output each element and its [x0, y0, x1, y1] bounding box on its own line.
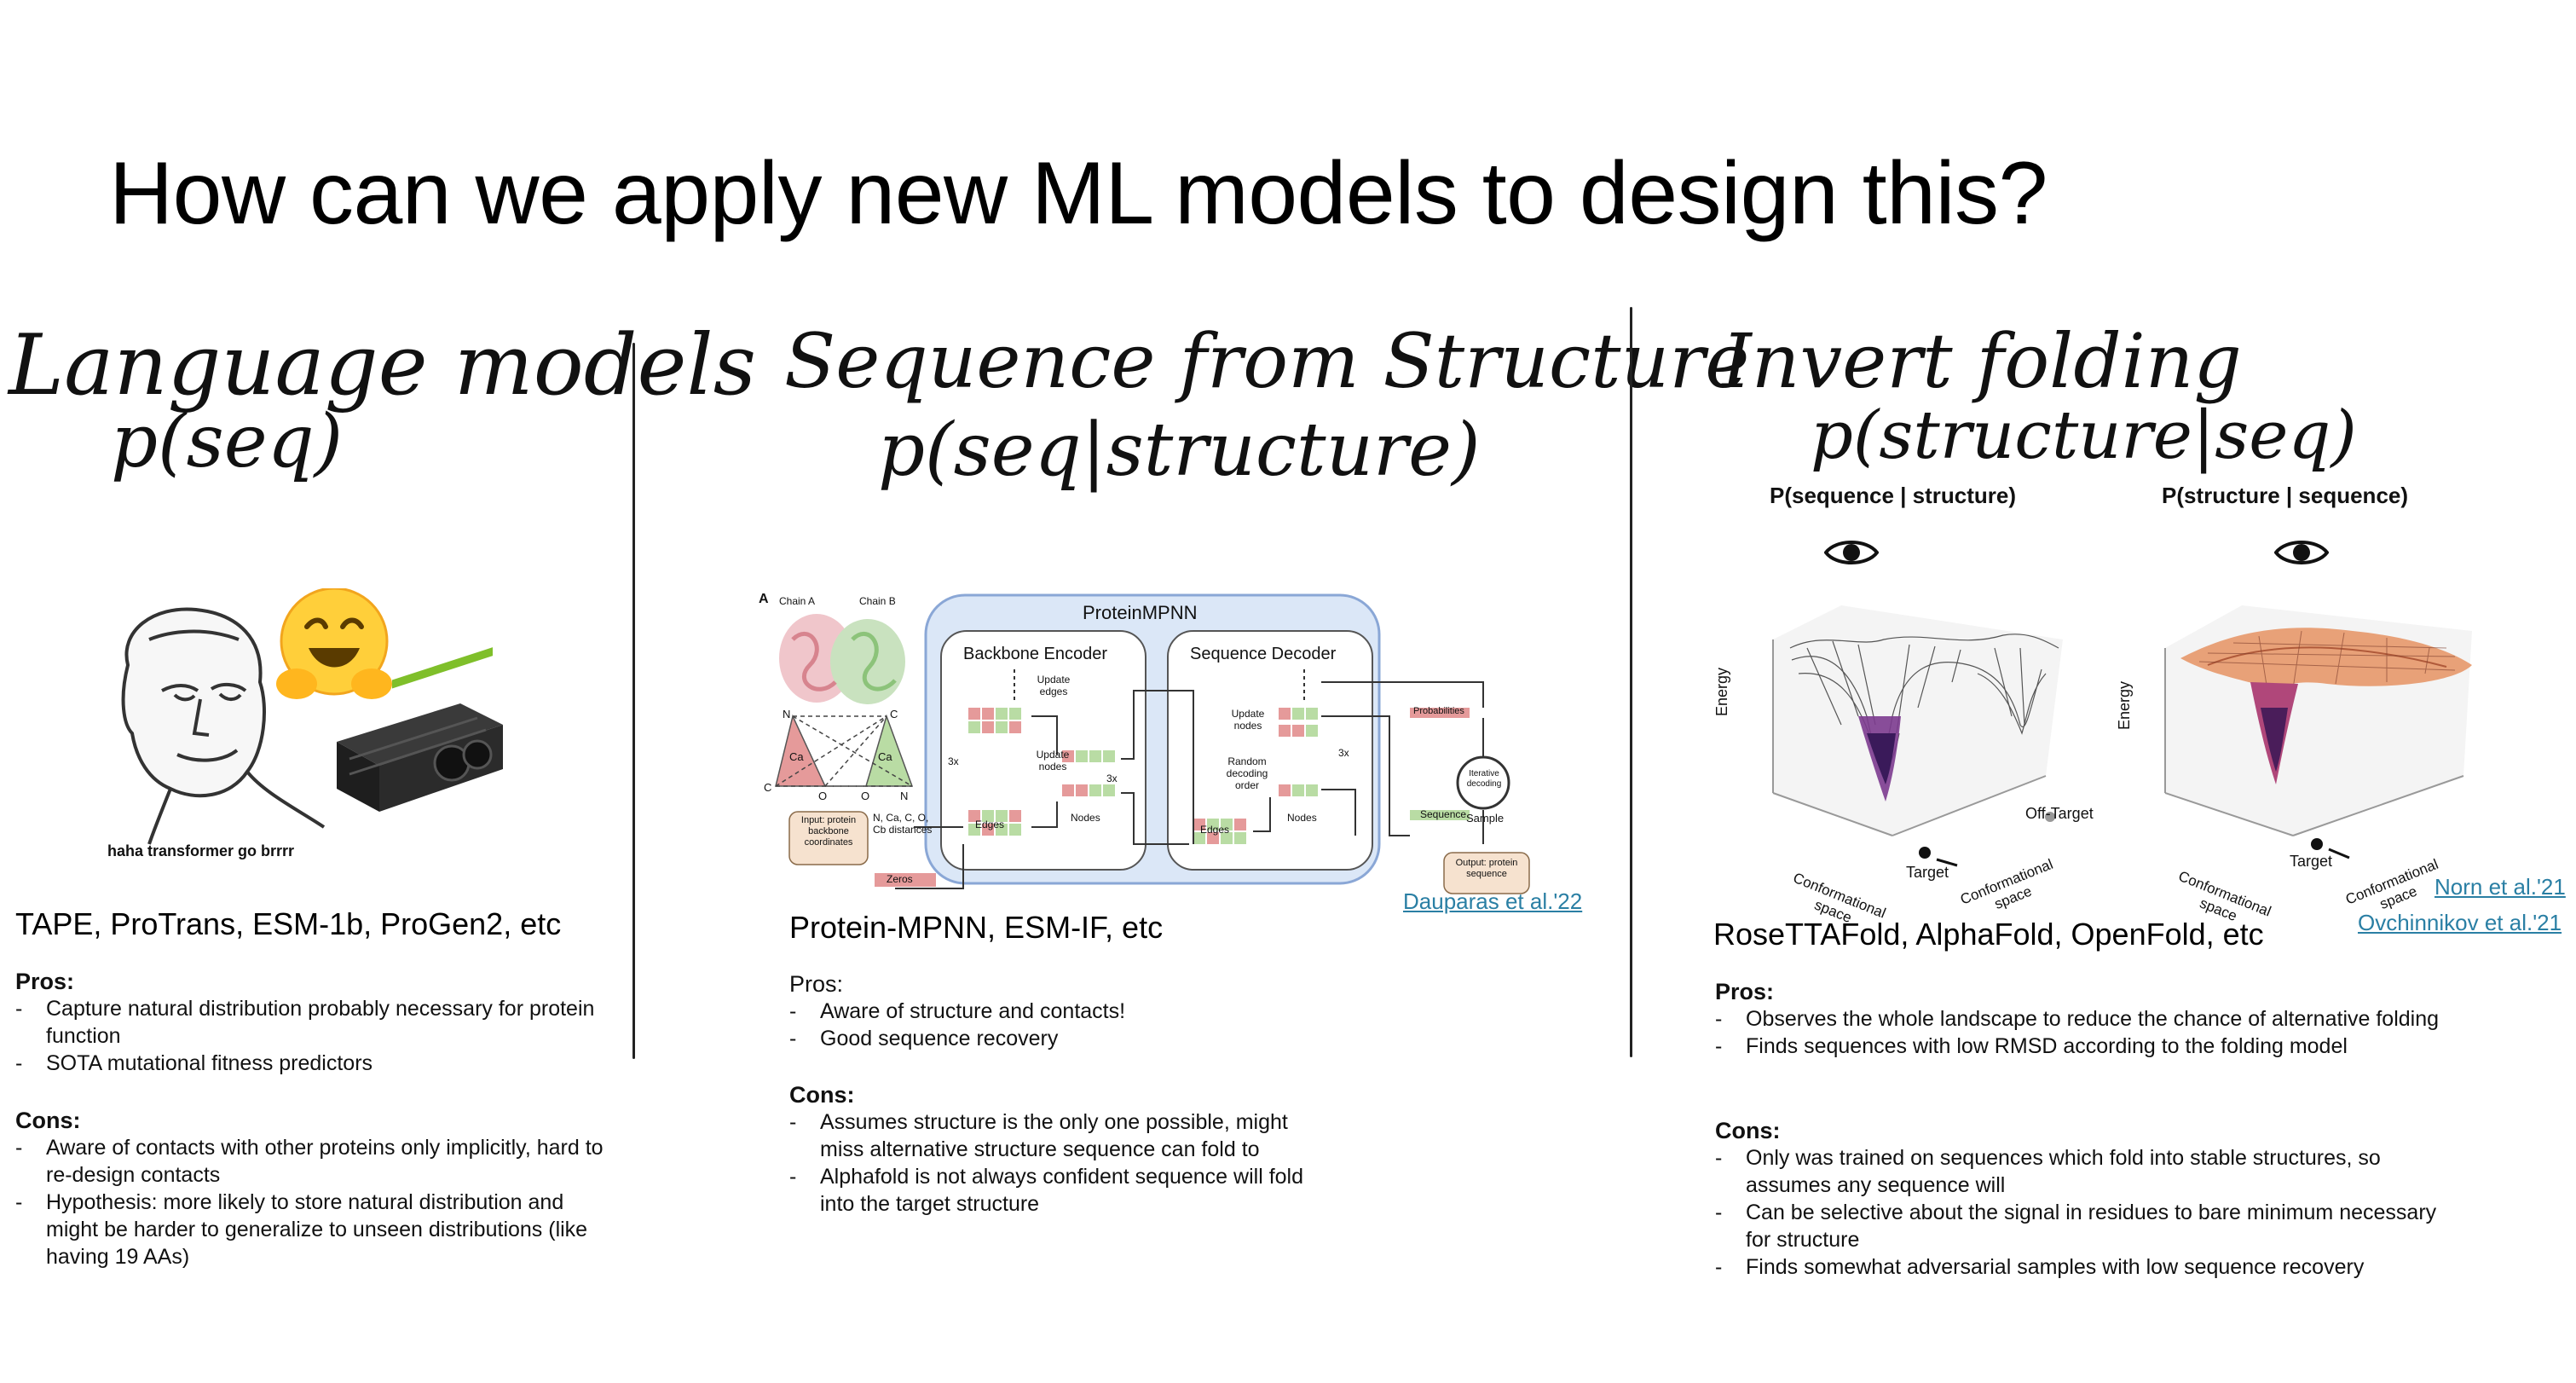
col1-pros-list: Capture natural distribution probably ne… — [15, 995, 612, 1077]
diagram-chain-a: Chain A — [779, 595, 816, 607]
col2-pros-label: Pros: — [789, 971, 844, 997]
diagram-atom-n2: N — [900, 790, 909, 802]
diagram-x3-b: 3x — [1106, 773, 1118, 784]
plot1-target-label: Target — [1906, 864, 1949, 881]
col1-cons-label: Cons: — [15, 1108, 81, 1133]
diagram-dist-label: N, Ca, C, O, Cb distances — [873, 812, 933, 836]
diagram-edges-dec: Edges — [1200, 824, 1230, 836]
diagram-random-order: Random decoding order — [1226, 755, 1268, 791]
diagram-zeros: Zeros — [887, 873, 913, 885]
slide-title: How can we apply new ML models to design… — [109, 144, 2048, 243]
energy-landscape-plot-2 — [2164, 605, 2472, 859]
hugging-face-emoji-icon — [276, 588, 392, 699]
meme-illustration — [121, 588, 503, 845]
diagram-iterative: Iterative decoding — [1466, 769, 1502, 789]
column-divider-2 — [1630, 307, 1632, 1057]
meme-caption: haha transformer go brrrr — [107, 842, 295, 859]
diagram-panel-letter: A — [759, 592, 769, 606]
list-item: Good sequence recovery — [789, 1025, 1386, 1052]
diagram-model-title: ProteinMPNN — [1083, 602, 1198, 623]
col1-models: TAPE, ProTrans, ESM-1b, ProGen2, etc — [15, 906, 562, 941]
col1-cons: Cons: Aware of contacts with other prote… — [15, 1108, 612, 1270]
diagram-x3-c: 3x — [1338, 747, 1349, 759]
diagram-nodes-dec: Nodes — [1287, 812, 1317, 824]
col3-handwritten-sub: p(structure|seq) — [1811, 397, 2357, 474]
plot1-off-target-label: Off-Target — [2025, 805, 2094, 822]
col2-cons-label: Cons: — [789, 1082, 855, 1108]
list-item: Observes the whole landscape to reduce t… — [1715, 1005, 2465, 1033]
eye-icon — [2274, 541, 2329, 564]
col2-models: Protein-MPNN, ESM-IF, etc — [789, 910, 1164, 945]
diagram-update-edges: Update edges — [1037, 674, 1071, 697]
list-item: Alphafold is not always confident sequen… — [789, 1163, 1335, 1218]
col2-pros-list: Aware of structure and contacts! Good se… — [789, 998, 1386, 1052]
diagram-update-nodes-dec: Update nodes — [1231, 708, 1265, 732]
energy-landscape-plot-1 — [1772, 605, 2063, 867]
list-item: Hypothesis: more likely to store natural… — [15, 1189, 612, 1270]
col2-cons-list: Assumes structure is the only one possib… — [789, 1108, 1335, 1218]
col3-pros-list: Observes the whole landscape to reduce t… — [1715, 1005, 2465, 1060]
plot2-title: P(structure | sequence) — [2162, 483, 2409, 508]
diagram-update-nodes: Update nodes — [1036, 749, 1070, 773]
list-item: Finds somewhat adversarial samples with … — [1715, 1253, 2465, 1281]
diagram-atom-ca1: Ca — [789, 750, 804, 763]
plot1-y-label: Energy — [1713, 667, 1730, 716]
diagram-decoder-label: Sequence Decoder — [1190, 645, 1337, 663]
col3-citation-link-1[interactable]: Norn et al.'21 — [2434, 874, 2566, 900]
diagram-atom-o2: O — [861, 790, 870, 802]
col3-pros-label: Pros: — [1715, 979, 1775, 1004]
diagram-atom-ca2: Ca — [878, 750, 892, 763]
list-item: Capture natural distribution probably ne… — [15, 995, 612, 1050]
diagram-probabilities: Probabilities — [1413, 706, 1464, 716]
col3-cons-list: Only was trained on sequences which fold… — [1715, 1144, 2465, 1281]
list-item: Can be selective about the signal in res… — [1715, 1199, 2465, 1253]
diagram-edges-enc: Edges — [975, 819, 1005, 830]
diagram-output-label: Output: protein sequence — [1455, 858, 1518, 879]
col2-handwritten-sub: p(seq|structure) — [878, 408, 1481, 493]
col3-pros: Pros: Observes the whole landscape to re… — [1715, 979, 2465, 1060]
plot2-target-label: Target — [2290, 853, 2333, 870]
diagram-atom-c2: C — [890, 708, 898, 720]
diagram-input-label: Input: protein backbone coordinates — [800, 815, 857, 848]
col2-handwritten-title: Sequence from Structure — [784, 317, 1750, 405]
proteinmpnn-diagram-shapes — [775, 593, 1530, 894]
protein-structure-image — [779, 614, 905, 704]
diagram-x3-a: 3x — [948, 755, 959, 767]
col3-models: RoseTTAFold, AlphaFold, OpenFold, etc — [1713, 917, 2264, 952]
col3-handwritten-title: Invert folding — [1722, 317, 2242, 405]
diagram-atom-o1: O — [818, 790, 828, 802]
eye-icon — [1824, 541, 1879, 564]
list-item: Aware of structure and contacts! — [789, 998, 1386, 1025]
column-divider-1 — [632, 343, 635, 1059]
plot1-title: P(sequence | structure) — [1770, 483, 2017, 508]
col3-cons-label: Cons: — [1715, 1118, 1781, 1143]
list-item: Assumes structure is the only one possib… — [789, 1108, 1335, 1163]
col1-pros: Pros: Capture natural distribution proba… — [15, 969, 612, 1077]
diagram-sample: Sample — [1466, 812, 1505, 825]
col2-cons: Cons: Assumes structure is the only one … — [789, 1082, 1335, 1218]
list-item: Aware of contacts with other proteins on… — [15, 1134, 612, 1189]
col1-pros-label: Pros: — [15, 969, 75, 994]
diagram-sequence: Sequence — [1420, 808, 1467, 820]
list-item: Finds sequences with low RMSD according … — [1715, 1033, 2465, 1060]
diagram-encoder-label: Backbone Encoder — [963, 645, 1108, 663]
proteinmpnn-diagram: A Chain A Chain B N C Ca O N C Ca O Prot… — [759, 588, 1611, 895]
col3-citation-link-2[interactable]: Ovchinnikov et al.'21 — [2358, 910, 2562, 936]
list-item: Only was trained on sequences which fold… — [1715, 1144, 2465, 1199]
diagram-nodes-enc: Nodes — [1071, 812, 1100, 824]
diagram-chain-b: Chain B — [859, 595, 896, 607]
col2-citation-link[interactable]: Dauparas et al.'22 — [1403, 888, 1582, 915]
col1-cons-list: Aware of contacts with other proteins on… — [15, 1134, 612, 1270]
diagram-atom-c1: C — [764, 781, 772, 794]
diagram-atom-n1: N — [783, 708, 791, 720]
col1-handwritten-sub: p(seq) — [111, 399, 344, 484]
col2-pros: Pros: Aware of structure and contacts! G… — [789, 971, 1386, 1052]
col3-cons: Cons: Only was trained on sequences whic… — [1715, 1118, 2465, 1281]
list-item: SOTA mutational fitness predictors — [15, 1050, 612, 1077]
plot2-y-label: Energy — [2116, 680, 2133, 730]
